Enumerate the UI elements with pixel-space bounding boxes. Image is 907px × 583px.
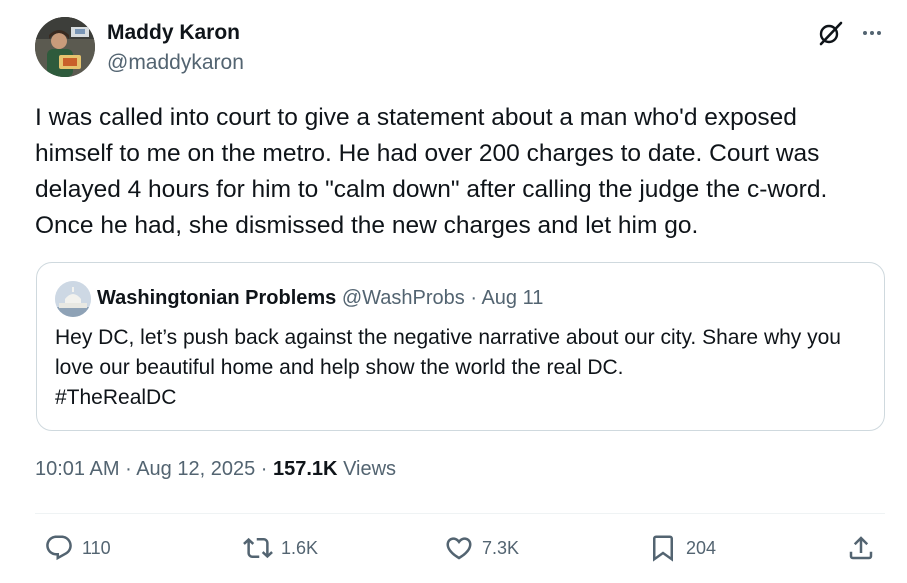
share-icon: [849, 536, 873, 560]
bookmark-count: 204: [686, 537, 717, 558]
tweet-date[interactable]: Aug 12, 2025: [136, 458, 255, 480]
quoted-tweet-text: Hey DC, let’s push back against the nega…: [55, 326, 841, 409]
meta-separator: ·: [125, 458, 132, 480]
divider: [35, 513, 885, 514]
repost-button[interactable]: 1.6K: [243, 531, 318, 565]
more-icon[interactable]: [858, 19, 886, 47]
views-label: Views: [343, 458, 397, 480]
quoted-tweet-date[interactable]: Aug 11: [481, 287, 543, 309]
author-handle[interactable]: @maddykaron: [107, 51, 244, 75]
quoted-tweet-header: Washingtonian Problems @WashProbs · Aug …: [97, 287, 543, 310]
tweet-meta: 10:01 AM · Aug 12, 2025 · 157.1K Views: [35, 458, 396, 481]
quoted-tweet-avatar[interactable]: [55, 281, 91, 317]
views-count: 157.1K: [273, 458, 338, 480]
author-avatar-image: [35, 17, 95, 77]
repost-count: 1.6K: [281, 537, 319, 558]
share-button[interactable]: [846, 531, 876, 565]
reply-count: 110: [82, 537, 111, 558]
tweet-text: I was called into court to give a statem…: [35, 104, 835, 239]
quoted-tweet-author-name[interactable]: Washingtonian Problems: [97, 287, 336, 309]
heart-icon: [446, 537, 472, 560]
like-count: 7.3K: [482, 537, 520, 558]
quoted-tweet-separator: ·: [470, 287, 478, 309]
author-avatar[interactable]: [35, 17, 95, 77]
tweet-time[interactable]: 10:01 AM: [35, 458, 120, 480]
like-button[interactable]: 7.3K: [444, 531, 519, 565]
reply-icon: [46, 535, 72, 561]
quoted-tweet-card[interactable]: Washingtonian Problems @WashProbs · Aug …: [36, 262, 885, 431]
author-name[interactable]: Maddy Karon: [107, 21, 240, 45]
grok-icon[interactable]: [817, 19, 845, 47]
capitol-icon: [55, 281, 91, 317]
bookmark-button[interactable]: 204: [648, 531, 716, 565]
quoted-tweet-handle[interactable]: @WashProbs: [342, 287, 465, 309]
repost-icon: [243, 537, 273, 559]
bookmark-icon: [653, 535, 673, 562]
meta-separator-2: ·: [260, 458, 268, 480]
reply-button[interactable]: 110: [44, 531, 111, 565]
